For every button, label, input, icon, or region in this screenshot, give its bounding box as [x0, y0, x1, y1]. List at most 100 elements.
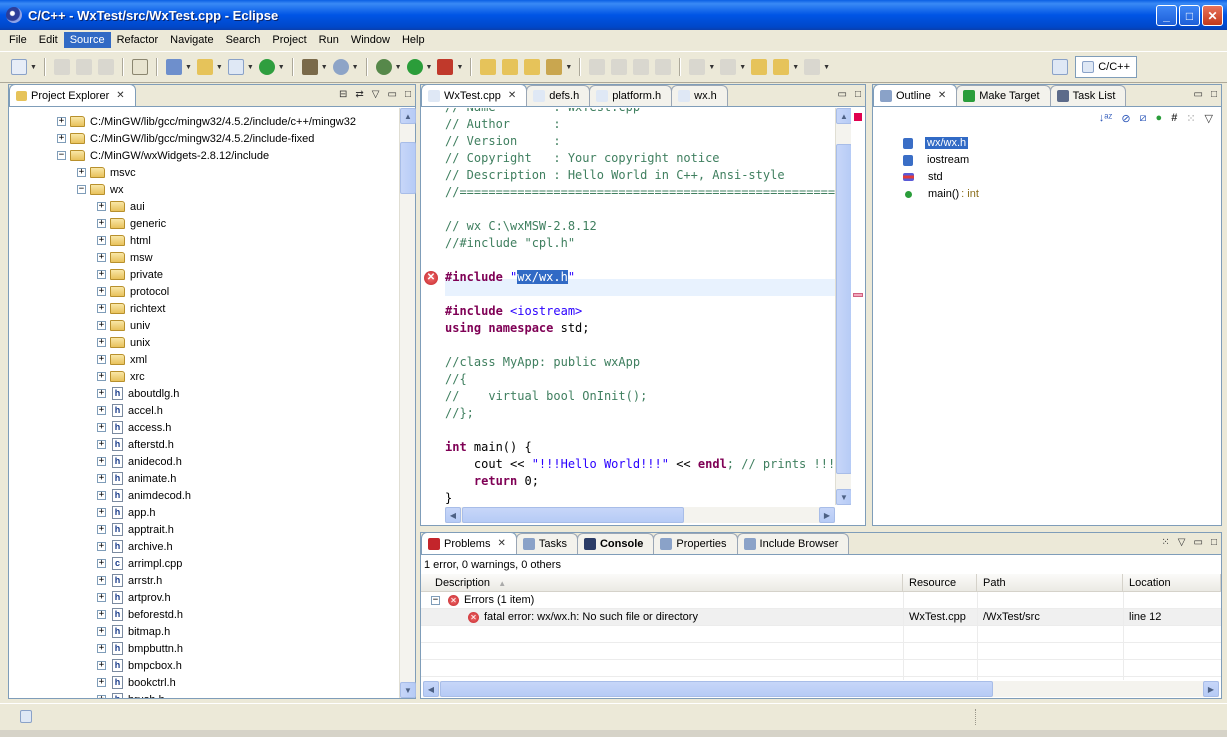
- expand-icon[interactable]: +: [97, 440, 106, 449]
- external-tools-icon[interactable]: [437, 59, 454, 75]
- tree-item[interactable]: + aui: [97, 198, 145, 215]
- close-icon[interactable]: ✕: [508, 90, 516, 101]
- tree-item[interactable]: + c arrimpl.cpp: [97, 555, 182, 572]
- print-icon[interactable]: [97, 59, 114, 75]
- scroll-left-button[interactable]: ◀: [423, 681, 439, 697]
- scroll-thumb[interactable]: [836, 144, 852, 474]
- overview-error-marker[interactable]: [854, 113, 862, 121]
- tree-item[interactable]: + h bmpbuttn.h: [97, 640, 183, 657]
- target-icon[interactable]: [332, 59, 349, 75]
- scroll-up-button[interactable]: ▲: [400, 108, 416, 124]
- view-menu-icon[interactable]: ⁙: [1161, 537, 1169, 548]
- view-menu-icon[interactable]: ▽: [1205, 112, 1213, 125]
- view-menu-icon[interactable]: ▽: [372, 89, 380, 100]
- expand-icon[interactable]: +: [97, 542, 106, 551]
- maximize-view-icon[interactable]: □: [855, 89, 861, 100]
- tab-tasks[interactable]: Tasks: [515, 533, 578, 554]
- close-icon[interactable]: ✕: [116, 90, 124, 101]
- collapse-all-icon[interactable]: ⊟: [339, 89, 347, 100]
- tree-item[interactable]: + msvc: [77, 164, 136, 181]
- error-group-row[interactable]: − ✕ Errors (1 item): [421, 592, 1221, 609]
- tree-item[interactable]: + h beforestd.h: [97, 606, 183, 623]
- expand-icon[interactable]: +: [97, 474, 106, 483]
- column-header-resource[interactable]: Resource: [903, 574, 977, 592]
- last-edit-icon[interactable]: [751, 59, 768, 75]
- tree-item[interactable]: + generic: [97, 215, 166, 232]
- pen-icon[interactable]: [546, 59, 563, 75]
- tree-item[interactable]: + h brush.h: [97, 691, 165, 698]
- tab-console[interactable]: Console: [576, 533, 655, 554]
- scroll-thumb[interactable]: [462, 507, 684, 523]
- menu-window[interactable]: Window: [345, 32, 396, 48]
- tree-item[interactable]: + protocol: [97, 283, 169, 300]
- new-file-icon[interactable]: [227, 59, 244, 75]
- scroll-thumb[interactable]: [440, 681, 993, 697]
- menu-navigate[interactable]: Navigate: [164, 32, 219, 48]
- editor-vertical-scrollbar[interactable]: ▲ ▼: [835, 108, 852, 505]
- overview-error-mark[interactable]: [853, 293, 863, 297]
- scroll-down-button[interactable]: ▼: [836, 489, 852, 505]
- tree-item[interactable]: + h artprov.h: [97, 589, 171, 606]
- expand-icon[interactable]: +: [97, 695, 106, 698]
- scroll-up-button[interactable]: ▲: [836, 108, 852, 124]
- expand-icon[interactable]: +: [97, 610, 106, 619]
- close-icon[interactable]: ✕: [938, 90, 946, 101]
- error-marker-icon[interactable]: ✕: [424, 271, 438, 285]
- collapse-icon[interactable]: −: [77, 185, 86, 194]
- tab-include-browser[interactable]: Include Browser: [736, 533, 850, 554]
- block-selection-icon[interactable]: [633, 59, 650, 75]
- tree-item[interactable]: + h bitmap.h: [97, 623, 170, 640]
- tab-task-list[interactable]: Task List: [1049, 85, 1127, 106]
- tab-wxtest-cpp[interactable]: WxTest.cpp ✕: [421, 84, 528, 106]
- tree-item[interactable]: + h bmpcbox.h: [97, 657, 182, 674]
- run-icon[interactable]: [406, 59, 423, 75]
- tree-item[interactable]: + h access.h: [97, 419, 171, 436]
- hide-non-public-icon[interactable]: ●: [1156, 112, 1163, 125]
- minimize-view-icon[interactable]: ▭: [1194, 537, 1203, 548]
- tab-wx-h[interactable]: wx.h: [671, 85, 728, 106]
- menu-project[interactable]: Project: [266, 32, 312, 48]
- build-icon[interactable]: [301, 59, 318, 75]
- expand-icon[interactable]: +: [97, 355, 106, 364]
- expand-icon[interactable]: +: [97, 576, 106, 585]
- expand-icon[interactable]: +: [97, 219, 106, 228]
- tab-defs-h[interactable]: defs.h: [526, 85, 591, 106]
- tree-item[interactable]: + msw: [97, 249, 153, 266]
- tree-item[interactable]: + h bookctrl.h: [97, 674, 176, 691]
- column-header-path[interactable]: Path: [977, 574, 1123, 592]
- expand-icon[interactable]: +: [97, 253, 106, 262]
- tree-item[interactable]: + h arrstr.h: [97, 572, 162, 589]
- hide-macros-icon[interactable]: #: [1171, 112, 1177, 125]
- expand-icon[interactable]: +: [97, 627, 106, 636]
- menu-run[interactable]: Run: [313, 32, 345, 48]
- close-button[interactable]: ✕: [1202, 5, 1223, 26]
- show-whitespace-icon[interactable]: [655, 59, 672, 75]
- scroll-thumb[interactable]: [400, 142, 416, 194]
- new-folder-icon[interactable]: [196, 59, 213, 75]
- tree-item[interactable]: + private: [97, 266, 163, 283]
- expand-icon[interactable]: +: [97, 508, 106, 517]
- close-icon[interactable]: ✕: [497, 538, 505, 549]
- tree-item[interactable]: + h archive.h: [97, 538, 173, 555]
- expand-icon[interactable]: +: [97, 372, 106, 381]
- new-icon[interactable]: [11, 59, 27, 75]
- code-editor[interactable]: // Name : WxTest.cpp // Author : // Versio…: [445, 108, 845, 505]
- editor-horizontal-scrollbar[interactable]: ◀ ▶: [445, 507, 835, 523]
- new-project-icon[interactable]: [165, 59, 182, 75]
- tree-item[interactable]: + C:/MinGW/lib/gcc/mingw32/4.5.2/include/…: [57, 113, 356, 130]
- hide-fields-icon[interactable]: ⊘: [1121, 112, 1130, 125]
- scroll-down-button[interactable]: ▼: [400, 682, 416, 698]
- forward-icon[interactable]: [804, 59, 821, 75]
- maximize-view-icon[interactable]: □: [405, 89, 411, 100]
- tab-platform-h[interactable]: platform.h: [589, 85, 673, 106]
- tree-item[interactable]: + C:/MinGW/lib/gcc/mingw32/4.5.2/include-…: [57, 130, 314, 147]
- tree-item[interactable]: + richtext: [97, 300, 165, 317]
- menu-help[interactable]: Help: [396, 32, 431, 48]
- collapse-icon[interactable]: −: [57, 151, 66, 160]
- scroll-right-button[interactable]: ▶: [819, 507, 835, 523]
- table-row[interactable]: ✕ fatal error: wx/wx.h: No such file or d…: [421, 609, 1221, 626]
- expand-icon[interactable]: +: [97, 525, 106, 534]
- menu-file[interactable]: File: [3, 32, 33, 48]
- outline-item[interactable]: std: [903, 169, 945, 185]
- expand-icon[interactable]: +: [97, 593, 106, 602]
